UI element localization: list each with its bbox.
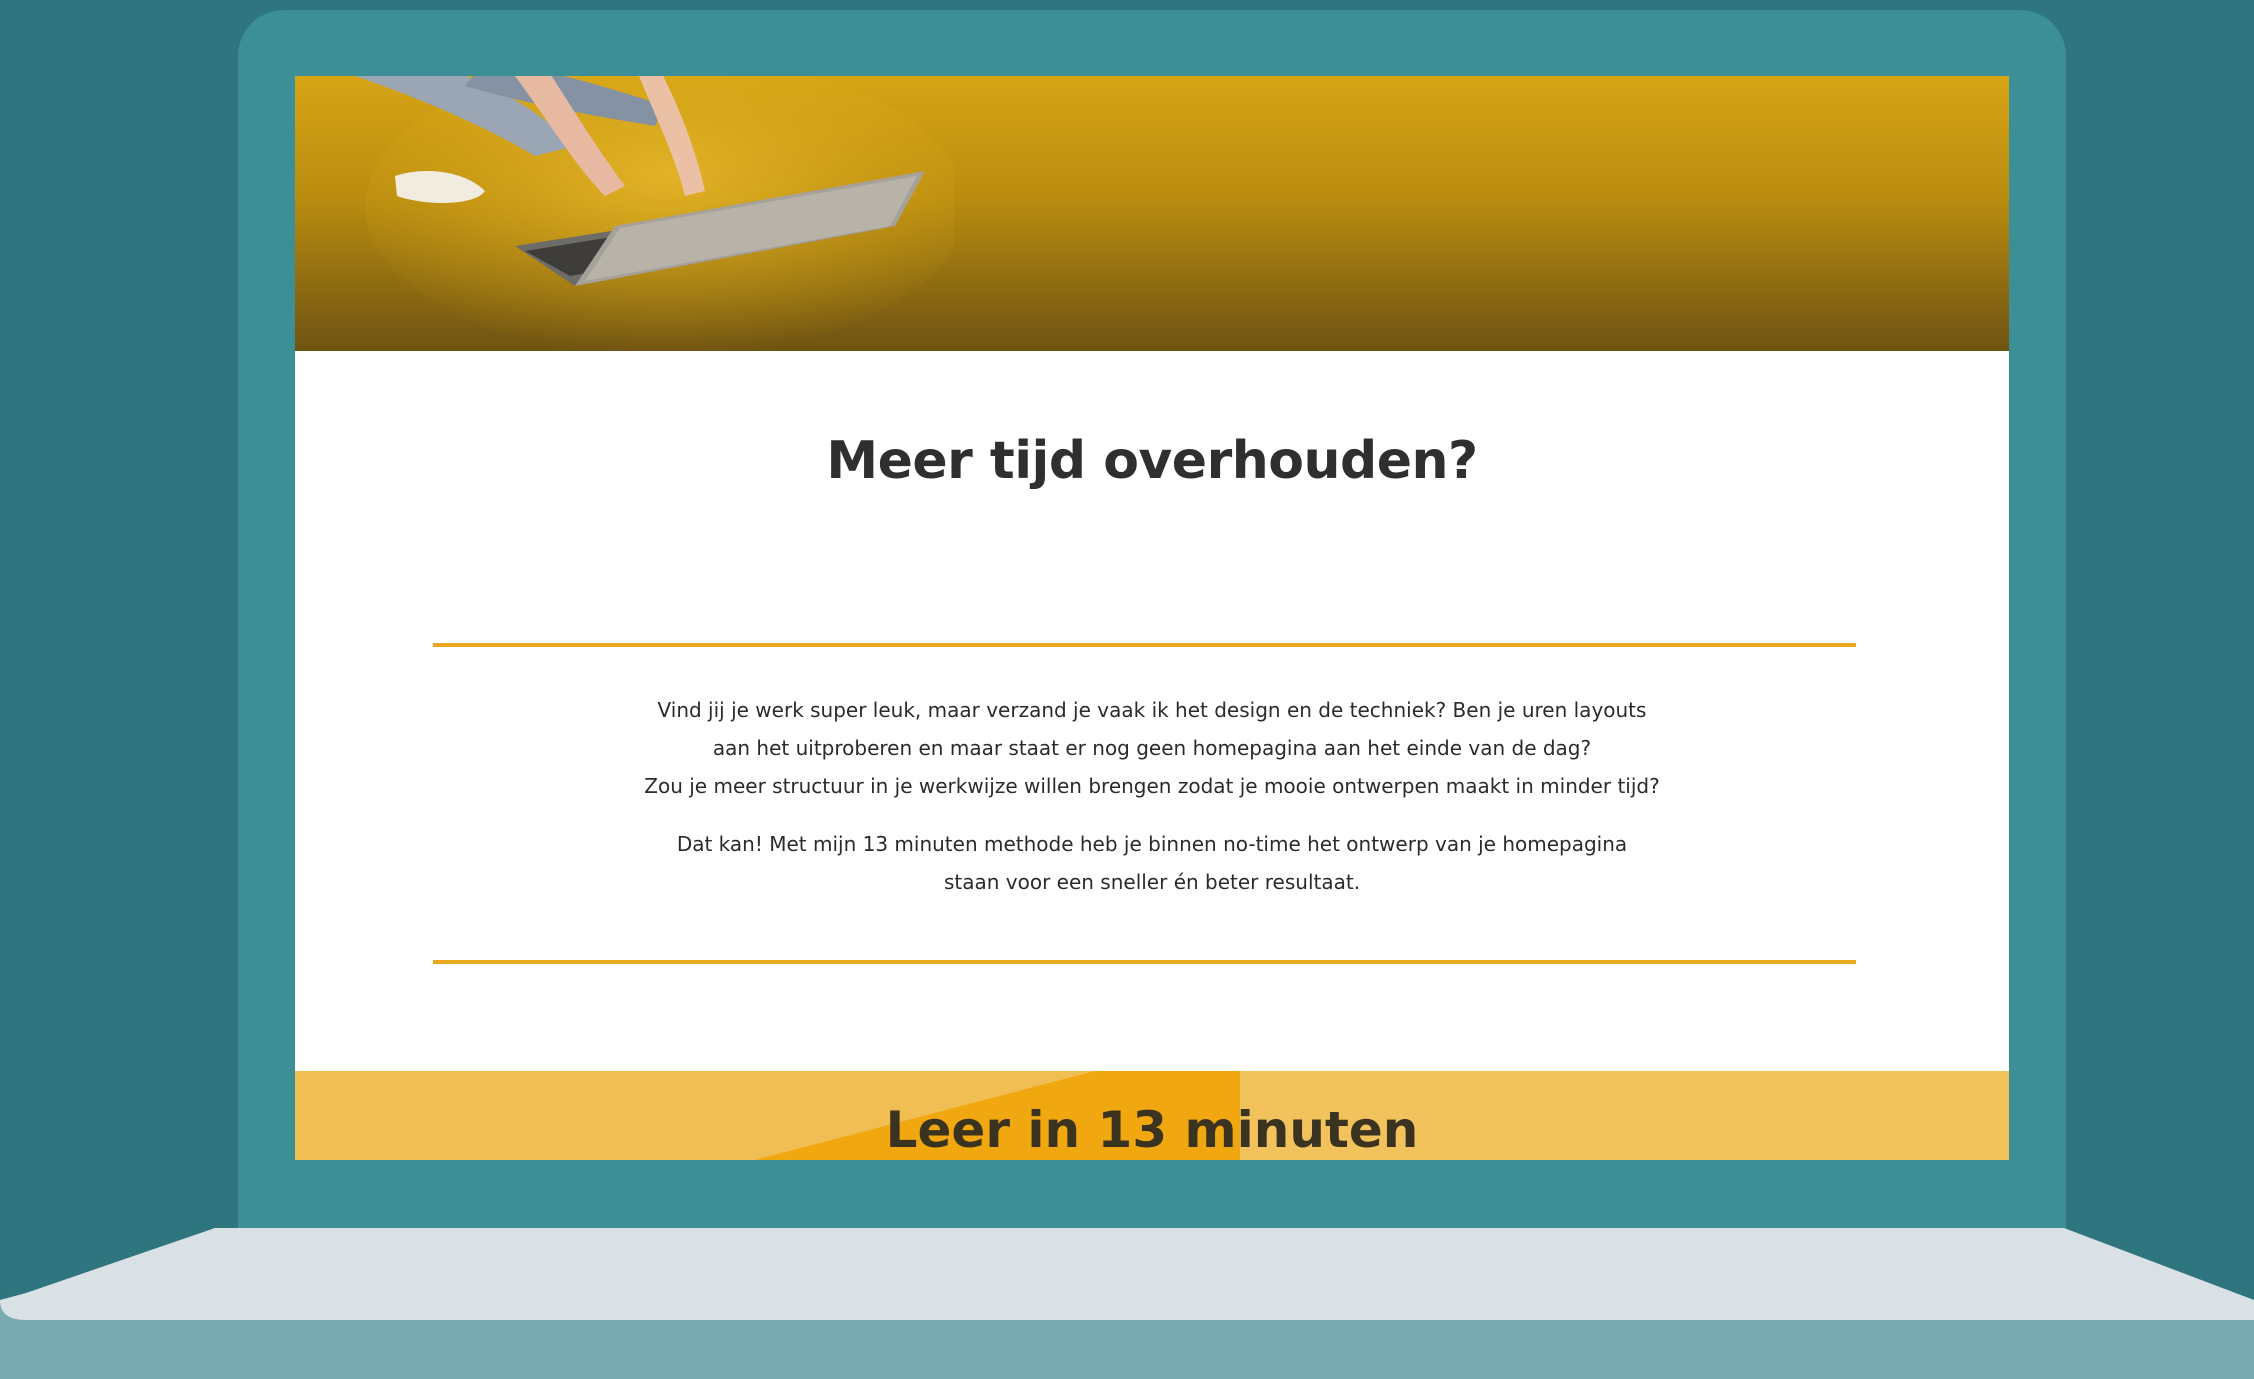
hero-photo — [355, 76, 955, 351]
cta-title: Leer in 13 minuten — [885, 1101, 1419, 1159]
laptop-base — [0, 1228, 2254, 1379]
cta-section: Leer in 13 minuten — [295, 1071, 2009, 1160]
hero-banner — [295, 76, 2009, 351]
bottom-divider — [433, 960, 1856, 964]
intro-line: staan voor een sneller én beter resultaa… — [943, 870, 1361, 894]
intro-line: Vind jij je werk super leuk, maar verzan… — [657, 698, 1647, 722]
intro-line: Zou je meer structuur in je werkwijze wi… — [644, 774, 1660, 798]
intro-line: Dat kan! Met mijn 13 minuten methode heb… — [676, 832, 1628, 856]
intro-paragraph: Dat kan! Met mijn 13 minuten methode heb… — [595, 825, 1709, 901]
intro-paragraph: Vind jij je werk super leuk, maar verzan… — [595, 691, 1709, 805]
top-divider — [433, 643, 1856, 647]
intro-section: Meer tijd overhouden? Vind jij je werk s… — [295, 351, 2009, 1071]
page-title: Meer tijd overhouden? — [826, 431, 1478, 491]
intro-text: Vind jij je werk super leuk, maar verzan… — [595, 691, 1709, 901]
laptop-screen: Meer tijd overhouden? Vind jij je werk s… — [295, 76, 2009, 1160]
intro-line: aan het uitproberen en maar staat er nog… — [712, 736, 1592, 760]
